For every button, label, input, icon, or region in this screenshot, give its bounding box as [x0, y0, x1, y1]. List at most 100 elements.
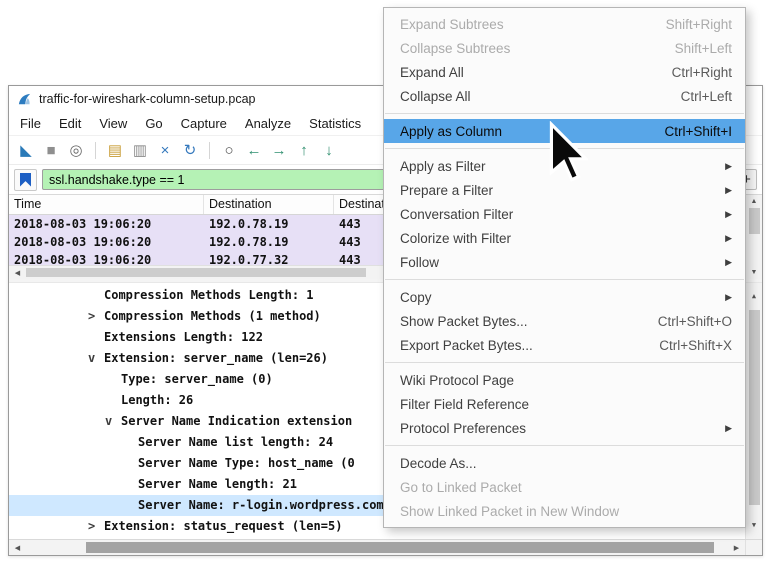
- reload-icon[interactable]: ↻: [179, 139, 201, 161]
- wireshark-icon: [17, 92, 32, 107]
- menu-item-collapse-all[interactable]: Collapse AllCtrl+Left: [384, 84, 745, 108]
- page: traffic-for-wireshark-column-setup.pcap …: [0, 0, 768, 563]
- menu-item-label: Colorize with Filter: [400, 231, 715, 246]
- menubar-item-analyze[interactable]: Analyze: [236, 113, 300, 134]
- menu-item-show-packet-bytes[interactable]: Show Packet Bytes...Ctrl+Shift+O: [384, 309, 745, 333]
- detail-line-text: Server Name Indication extension: [121, 414, 352, 428]
- find-packet-icon[interactable]: ○: [218, 139, 240, 161]
- close-file-icon[interactable]: ×: [154, 139, 176, 161]
- packet-list-vscrollbar[interactable]: ▲ ▼: [745, 195, 762, 279]
- menu-item-colorize-with-filter[interactable]: Colorize with Filter ▶: [384, 226, 745, 250]
- cell-time: 2018-08-03 19:06:20: [9, 233, 204, 251]
- menu-item-label: Show Linked Packet in New Window: [400, 504, 732, 519]
- filter-bookmark-button[interactable]: [14, 169, 37, 191]
- menu-item-label: Follow: [400, 255, 715, 270]
- submenu-arrow-icon: ▶: [725, 209, 732, 220]
- hscroll-thumb[interactable]: [26, 268, 366, 277]
- scroll-left-icon[interactable]: ◀: [9, 266, 26, 279]
- bookmark-icon: [20, 173, 31, 187]
- detail-line-text: Server Name length: 21: [138, 477, 297, 491]
- menu-item-wiki-protocol-page[interactable]: Wiki Protocol Page: [384, 368, 745, 392]
- mouse-cursor: [548, 121, 588, 188]
- detail-line-text: Compression Methods (1 method): [104, 309, 321, 323]
- column-header-destination[interactable]: Destination: [204, 195, 334, 214]
- menu-item-expand-all[interactable]: Expand AllCtrl+Right: [384, 60, 745, 84]
- detail-hscrollbar[interactable]: ◀ ▶: [9, 539, 762, 555]
- toolbar-separator: [209, 142, 210, 159]
- menubar-item-edit[interactable]: Edit: [50, 113, 90, 134]
- go-back-icon[interactable]: ←: [243, 139, 265, 161]
- tree-expand-icon[interactable]: >: [88, 516, 104, 537]
- scroll-right-icon[interactable]: ▶: [728, 540, 745, 555]
- detail-line-text: Type: server_name (0): [121, 372, 273, 386]
- window-title: traffic-for-wireshark-column-setup.pcap: [39, 92, 256, 106]
- scroll-left-icon[interactable]: ◀: [9, 540, 26, 555]
- menu-item-shortcut: Ctrl+Shift+O: [658, 314, 732, 329]
- menu-item-label: Export Packet Bytes...: [400, 338, 659, 353]
- menu-item-filter-field-reference[interactable]: Filter Field Reference: [384, 392, 745, 416]
- submenu-arrow-icon: ▶: [725, 292, 732, 303]
- capture-options-icon[interactable]: ◎: [65, 139, 87, 161]
- menu-item-protocol-preferences[interactable]: Protocol Preferences ▶: [384, 416, 745, 440]
- column-header-time[interactable]: Time: [9, 195, 204, 214]
- menu-item-label: Protocol Preferences: [400, 421, 715, 436]
- detail-vscrollbar[interactable]: ▲ ▼: [745, 283, 762, 539]
- menubar-item-file[interactable]: File: [11, 113, 50, 134]
- menu-item-follow[interactable]: Follow▶: [384, 250, 745, 274]
- menu-item-decode-as[interactable]: Decode As...: [384, 451, 745, 475]
- menu-item-label: Copy: [400, 290, 715, 305]
- menu-item-label: Decode As...: [400, 456, 732, 471]
- vscroll-thumb[interactable]: [749, 208, 760, 234]
- tree-collapse-icon[interactable]: v: [88, 348, 104, 369]
- menu-item-conversation-filter[interactable]: Conversation Filter▶: [384, 202, 745, 226]
- submenu-arrow-icon: ▶: [725, 185, 732, 196]
- scroll-down-icon[interactable]: ▼: [751, 269, 758, 276]
- menu-item-label: Go to Linked Packet: [400, 480, 732, 495]
- hscroll-thumb[interactable]: [86, 542, 714, 553]
- menu-item-shortcut: Shift+Right: [666, 17, 732, 32]
- submenu-arrow-icon: ▶: [725, 233, 732, 244]
- detail-line-text: Extensions Length: 122: [104, 330, 263, 344]
- tree-expand-icon[interactable]: >: [88, 306, 104, 327]
- cell-time: 2018-08-03 19:06:20: [9, 215, 204, 233]
- menu-separator: [385, 113, 744, 114]
- menu-item-shortcut: Ctrl+Right: [672, 65, 732, 80]
- cell-destination: 192.0.78.19: [204, 215, 334, 233]
- detail-line-text: Server Name: r-login.wordpress.com: [138, 498, 384, 512]
- submenu-arrow-icon: ▶: [725, 423, 732, 434]
- detail-line-text: Server Name list length: 24: [138, 435, 333, 449]
- menu-item-label: Collapse All: [400, 89, 681, 104]
- menubar-item-capture[interactable]: Capture: [172, 113, 236, 134]
- menu-item-copy[interactable]: Copy ▶: [384, 285, 745, 309]
- detail-line-text: Compression Methods Length: 1: [104, 288, 314, 302]
- menu-item-export-packet-bytes[interactable]: Export Packet Bytes...Ctrl+Shift+X: [384, 333, 745, 357]
- start-capture-icon[interactable]: ◣: [15, 139, 37, 161]
- menu-separator: [385, 279, 744, 280]
- save-file-icon[interactable]: ▥: [129, 139, 151, 161]
- detail-line-text: Server Name Type: host_name (0: [138, 456, 355, 470]
- menu-item-label: Apply as Column: [400, 124, 664, 139]
- menubar-item-statistics[interactable]: Statistics: [300, 113, 370, 134]
- tree-collapse-icon[interactable]: v: [105, 411, 121, 432]
- menu-separator: [385, 362, 744, 363]
- go-forward-icon[interactable]: →: [268, 139, 290, 161]
- menu-item-label: Expand Subtrees: [400, 17, 666, 32]
- vscroll-thumb[interactable]: [749, 310, 760, 505]
- scrollbar-corner: [745, 540, 762, 555]
- menu-separator: [385, 445, 744, 446]
- scroll-down-icon[interactable]: ▼: [752, 515, 756, 536]
- menu-item-shortcut: Ctrl+Left: [681, 89, 732, 104]
- menubar-item-go[interactable]: Go: [136, 113, 171, 134]
- detail-line-text: Length: 26: [121, 393, 193, 407]
- menubar-item-view[interactable]: View: [90, 113, 136, 134]
- menu-item-expand-subtrees: Expand SubtreesShift+Right: [384, 12, 745, 36]
- scroll-up-icon[interactable]: ▲: [751, 198, 758, 205]
- open-file-icon[interactable]: ▤: [104, 139, 126, 161]
- cell-time: 2018-08-03 19:06:20: [9, 251, 204, 265]
- hscroll-track[interactable]: [26, 540, 728, 555]
- stop-capture-icon[interactable]: ■: [40, 139, 62, 161]
- scroll-up-icon[interactable]: ▲: [752, 286, 756, 307]
- submenu-arrow-icon: ▶: [725, 161, 732, 172]
- go-to-first-icon[interactable]: ↑: [293, 139, 315, 161]
- go-to-last-icon[interactable]: ↓: [318, 139, 340, 161]
